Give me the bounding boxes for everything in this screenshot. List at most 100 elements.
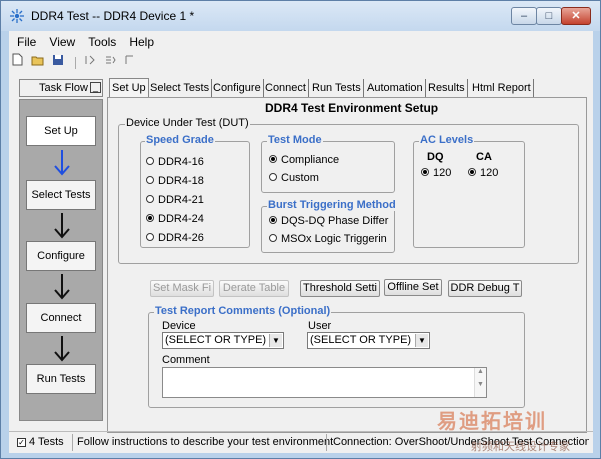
task-flow-panel: Set Up Select Tests Configure Connect Ru…: [19, 99, 103, 421]
radio-icon: [146, 176, 154, 185]
menu-file[interactable]: File: [17, 35, 36, 49]
menu-help[interactable]: Help: [129, 35, 154, 49]
option-label: DDR4-18: [158, 175, 204, 187]
arrow-down-icon: [54, 213, 70, 239]
tab-configure[interactable]: Configure: [211, 79, 264, 97]
app-window: DDR4 Test -- DDR4 Device 1 * – □ ✕ File …: [0, 0, 601, 459]
radio-selected-icon: [468, 168, 476, 177]
minimize-button[interactable]: –: [511, 7, 537, 25]
chevron-down-icon[interactable]: ▼: [269, 334, 282, 347]
derate-table-button[interactable]: Derate Table: [219, 280, 289, 297]
option-label: Custom: [281, 172, 319, 184]
radio-icon: [146, 157, 154, 166]
client-area: File View Tools Help Task Flow _ Set Up …: [9, 31, 593, 453]
device-value: (SELECT OR TYPE): [165, 334, 267, 346]
open-folder-icon[interactable]: [31, 54, 44, 67]
user-select[interactable]: (SELECT OR TYPE) ▼: [307, 332, 430, 349]
pin-icon[interactable]: _: [90, 82, 101, 93]
status-divider: [326, 434, 327, 451]
comment-label: Comment: [162, 354, 210, 366]
taskflow-step-configure[interactable]: Configure: [26, 241, 96, 271]
stop-icon[interactable]: [123, 54, 136, 67]
ac-levels-label: AC Levels: [419, 134, 475, 146]
tab-html-report[interactable]: Html Report: [470, 79, 534, 97]
dq-level-option[interactable]: 120: [421, 167, 451, 181]
speed-grade-option[interactable]: DDR4-18: [146, 175, 204, 189]
option-label: DDR4-26: [158, 232, 204, 244]
option-label: Compliance: [281, 154, 340, 166]
radio-selected-icon: [146, 214, 154, 223]
taskflow-step-setup[interactable]: Set Up: [26, 116, 96, 146]
speed-grade-option[interactable]: DDR4-21: [146, 194, 204, 208]
close-button[interactable]: ✕: [561, 7, 591, 25]
option-label: 120: [480, 167, 499, 179]
toolbar: [11, 53, 591, 71]
arrow-down-icon: [54, 274, 70, 300]
taskflow-step-run-tests[interactable]: Run Tests: [26, 364, 96, 394]
maximize-button[interactable]: □: [536, 7, 562, 25]
burst-triggering-option[interactable]: MSOx Logic Triggerin: [269, 233, 387, 247]
run-selected-icon[interactable]: [103, 54, 116, 67]
taskflow-step-connect[interactable]: Connect: [26, 303, 96, 333]
new-file-icon[interactable]: [11, 53, 24, 66]
tab-connect[interactable]: Connect: [263, 79, 309, 97]
task-flow-header: Task Flow _: [19, 79, 103, 97]
scroll-up-icon[interactable]: ▲: [475, 368, 486, 375]
user-value: (SELECT OR TYPE): [310, 334, 412, 346]
scroll-down-icon[interactable]: ▼: [475, 381, 486, 388]
menu-view[interactable]: View: [49, 35, 75, 49]
set-mask-file-button[interactable]: Set Mask Fi: [150, 280, 214, 297]
menu-bar: File View Tools Help: [9, 35, 156, 53]
tab-select-tests[interactable]: Select Tests: [148, 79, 213, 97]
threshold-settings-button[interactable]: Threshold Setti: [300, 280, 380, 297]
tests-count-label: 4 Tests: [29, 436, 64, 448]
tab-results[interactable]: Results: [426, 79, 468, 97]
toolbar-separator: [75, 57, 77, 70]
run-icon[interactable]: [83, 54, 96, 67]
comment-scrollbar[interactable]: ▲ ▼: [474, 368, 486, 397]
radio-icon: [146, 233, 154, 242]
test-mode-option-selected[interactable]: Compliance: [269, 154, 339, 168]
taskflow-step-select-tests[interactable]: Select Tests: [26, 180, 96, 210]
app-logo-icon: [10, 9, 24, 23]
setup-page: DDR4 Test Environment Setup Device Under…: [107, 97, 587, 433]
user-label: User: [308, 320, 332, 332]
option-label: DDR4-16: [158, 156, 204, 168]
offline-setup-button[interactable]: Offline Set: [384, 279, 442, 296]
tests-count[interactable]: ✓ 4 Tests: [17, 436, 64, 448]
page-title: DDR4 Test Environment Setup: [265, 101, 439, 115]
burst-triggering-option-selected[interactable]: DQS-DQ Phase Differ: [269, 215, 388, 229]
dut-group-label: Device Under Test (DUT): [125, 117, 250, 129]
title-bar[interactable]: DDR4 Test -- DDR4 Device 1 * – □ ✕: [1, 1, 600, 31]
comment-input[interactable]: ▲ ▼: [162, 367, 487, 398]
speed-grade-option[interactable]: DDR4-16: [146, 156, 204, 170]
arrow-down-icon: [54, 336, 70, 362]
tab-set-up[interactable]: Set Up: [109, 78, 149, 98]
status-divider: [72, 434, 73, 451]
arrow-down-icon: [54, 150, 70, 176]
checkbox-checked-icon[interactable]: ✓: [17, 437, 26, 447]
option-label: DQS-DQ Phase Differ: [281, 215, 389, 227]
radio-selected-icon: [421, 168, 429, 177]
task-flow-label: Task Flow: [39, 82, 88, 94]
option-label: 120: [433, 167, 452, 179]
radio-icon: [146, 195, 154, 204]
radio-icon: [269, 173, 277, 182]
tab-automation[interactable]: Automation: [365, 79, 426, 97]
comments-group-label: Test Report Comments (Optional): [154, 305, 332, 317]
speed-grade-option[interactable]: DDR4-26: [146, 232, 204, 246]
ddr-debug-tool-button[interactable]: DDR Debug T: [448, 280, 522, 297]
test-mode-label: Test Mode: [267, 134, 323, 146]
menu-tools[interactable]: Tools: [88, 35, 116, 49]
save-icon[interactable]: [51, 54, 64, 67]
dq-label: DQ: [427, 151, 444, 163]
option-label: MSOx Logic Triggerin: [281, 233, 387, 245]
test-mode-option[interactable]: Custom: [269, 172, 319, 186]
speed-grade-option-selected[interactable]: DDR4-24: [146, 213, 204, 227]
ca-level-option[interactable]: 120: [468, 167, 498, 181]
chevron-down-icon[interactable]: ▼: [415, 334, 428, 347]
device-select[interactable]: (SELECT OR TYPE) ▼: [162, 332, 284, 349]
burst-triggering-label: Burst Triggering Method: [267, 199, 397, 211]
status-message: Follow instructions to describe your tes…: [77, 436, 334, 448]
tab-run-tests[interactable]: Run Tests: [310, 79, 364, 97]
